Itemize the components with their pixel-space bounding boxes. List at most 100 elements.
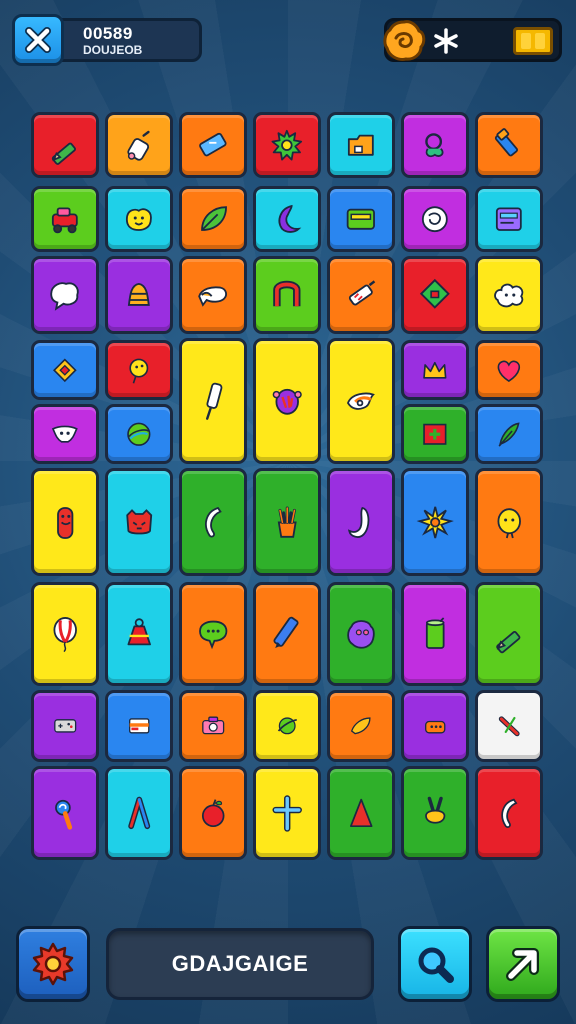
bird-icon bbox=[346, 393, 375, 411]
planet-icon bbox=[277, 717, 297, 735]
tile-cone[interactable] bbox=[327, 766, 395, 860]
tile-banana[interactable] bbox=[179, 468, 247, 576]
taco-icon bbox=[350, 717, 371, 735]
tile-banana[interactable] bbox=[475, 766, 543, 860]
settings-button[interactable] bbox=[16, 926, 90, 1002]
search-icon bbox=[418, 947, 454, 983]
tablet-icon bbox=[496, 207, 522, 231]
feather-icon bbox=[498, 422, 520, 447]
tile-bunny[interactable] bbox=[401, 766, 469, 860]
tile-crayon[interactable] bbox=[253, 582, 321, 686]
tile-sun-gear[interactable] bbox=[253, 112, 321, 178]
tile-ball[interactable] bbox=[105, 404, 173, 464]
tile-id-card[interactable] bbox=[105, 690, 173, 762]
cross-tools-icon bbox=[498, 716, 520, 737]
chat-bubble-icon bbox=[198, 621, 228, 650]
banana-icon bbox=[501, 798, 518, 828]
marker-icon bbox=[495, 127, 519, 157]
can-icon bbox=[425, 617, 445, 650]
tile-figure[interactable] bbox=[31, 468, 99, 576]
tile-syringe[interactable] bbox=[327, 256, 395, 334]
tile-bell-stand[interactable] bbox=[105, 582, 173, 686]
tile-medkit[interactable] bbox=[401, 404, 469, 464]
lollipop-icon bbox=[54, 799, 72, 830]
tile-crown[interactable] bbox=[401, 340, 469, 400]
tile-lollipop[interactable] bbox=[31, 766, 99, 860]
bowl-icon bbox=[422, 206, 448, 232]
tile-lightbulb[interactable] bbox=[105, 340, 173, 400]
sun-gear-icon bbox=[271, 129, 303, 161]
bell-stand-icon bbox=[127, 618, 151, 646]
syringe-icon bbox=[349, 280, 376, 306]
tile-cow[interactable] bbox=[31, 404, 99, 464]
tile-monster[interactable] bbox=[253, 338, 321, 464]
search-button[interactable] bbox=[398, 926, 472, 1002]
balloon-icon bbox=[53, 617, 77, 653]
tile-robot-car[interactable] bbox=[31, 186, 99, 252]
tile-cross-tools[interactable] bbox=[475, 690, 543, 762]
tile-marker[interactable] bbox=[475, 112, 543, 178]
tile-leaf[interactable] bbox=[179, 186, 247, 252]
tile-compass[interactable] bbox=[105, 766, 173, 860]
tile-square-badge[interactable] bbox=[31, 340, 99, 400]
bell-icon bbox=[128, 282, 150, 306]
tile-moon[interactable] bbox=[253, 186, 321, 252]
gear-icon bbox=[32, 942, 74, 986]
egg-face-icon bbox=[497, 507, 521, 538]
diamond-gem-icon bbox=[420, 278, 450, 309]
tile-tablet[interactable] bbox=[475, 186, 543, 252]
word-input[interactable]: GDAJGAIGE bbox=[106, 928, 374, 1000]
tile-egg-face[interactable] bbox=[475, 468, 543, 576]
ball-icon bbox=[127, 422, 151, 446]
tile-toaster[interactable] bbox=[401, 690, 469, 762]
tile-can[interactable] bbox=[401, 582, 469, 686]
tile-hook[interactable] bbox=[327, 468, 395, 576]
tile-blob-monster[interactable] bbox=[327, 582, 395, 686]
tile-taco[interactable] bbox=[327, 690, 395, 762]
tile-cat-face[interactable] bbox=[105, 468, 173, 576]
tile-diamond-gem[interactable] bbox=[401, 256, 469, 334]
tile-bowl[interactable] bbox=[401, 186, 469, 252]
tile-cloud-face[interactable] bbox=[475, 256, 543, 334]
tile-heart[interactable] bbox=[475, 340, 543, 400]
tile-battery[interactable] bbox=[179, 112, 247, 178]
tile-camera[interactable] bbox=[179, 690, 247, 762]
cat-face-icon bbox=[126, 508, 152, 535]
tile-magnet[interactable] bbox=[253, 256, 321, 334]
tile-cross[interactable] bbox=[253, 766, 321, 860]
cross-icon bbox=[272, 794, 302, 832]
tile-flower[interactable] bbox=[401, 468, 469, 576]
tile-card[interactable] bbox=[327, 186, 395, 252]
send-button[interactable] bbox=[486, 926, 560, 1002]
tile-chat-bubble[interactable] bbox=[179, 582, 247, 686]
tile-folder[interactable] bbox=[327, 112, 395, 178]
tile-plant-pot[interactable] bbox=[253, 468, 321, 576]
figure-icon bbox=[56, 506, 74, 539]
heart-icon bbox=[497, 360, 521, 382]
crown-icon bbox=[423, 361, 447, 379]
tile-pencil[interactable] bbox=[31, 112, 99, 178]
pencil-icon bbox=[496, 631, 521, 654]
tile-stick[interactable] bbox=[179, 338, 247, 464]
tile-speech-bubble[interactable] bbox=[31, 256, 99, 334]
tile-hand[interactable] bbox=[179, 256, 247, 334]
toaster-icon bbox=[424, 721, 446, 734]
tile-planet[interactable] bbox=[253, 690, 321, 762]
bottom-bar: GDAJGAIGE bbox=[14, 926, 560, 1004]
card-icon bbox=[346, 208, 376, 230]
tile-bird[interactable] bbox=[327, 338, 395, 464]
flower-icon bbox=[416, 506, 454, 538]
tile-pencil[interactable] bbox=[475, 582, 543, 686]
hook-icon bbox=[347, 506, 370, 538]
medkit-icon bbox=[423, 423, 447, 445]
tile-balloon[interactable] bbox=[31, 582, 99, 686]
tile-smiley-face[interactable] bbox=[105, 186, 173, 252]
tile-creature[interactable] bbox=[401, 112, 469, 178]
tile-feather[interactable] bbox=[475, 404, 543, 464]
tile-gamepad[interactable] bbox=[31, 690, 99, 762]
camera-icon bbox=[201, 716, 225, 735]
tile-bell[interactable] bbox=[105, 256, 173, 334]
tile-apple[interactable] bbox=[179, 766, 247, 860]
stick-icon bbox=[205, 383, 223, 421]
tile-glue-bottle[interactable] bbox=[105, 112, 173, 178]
